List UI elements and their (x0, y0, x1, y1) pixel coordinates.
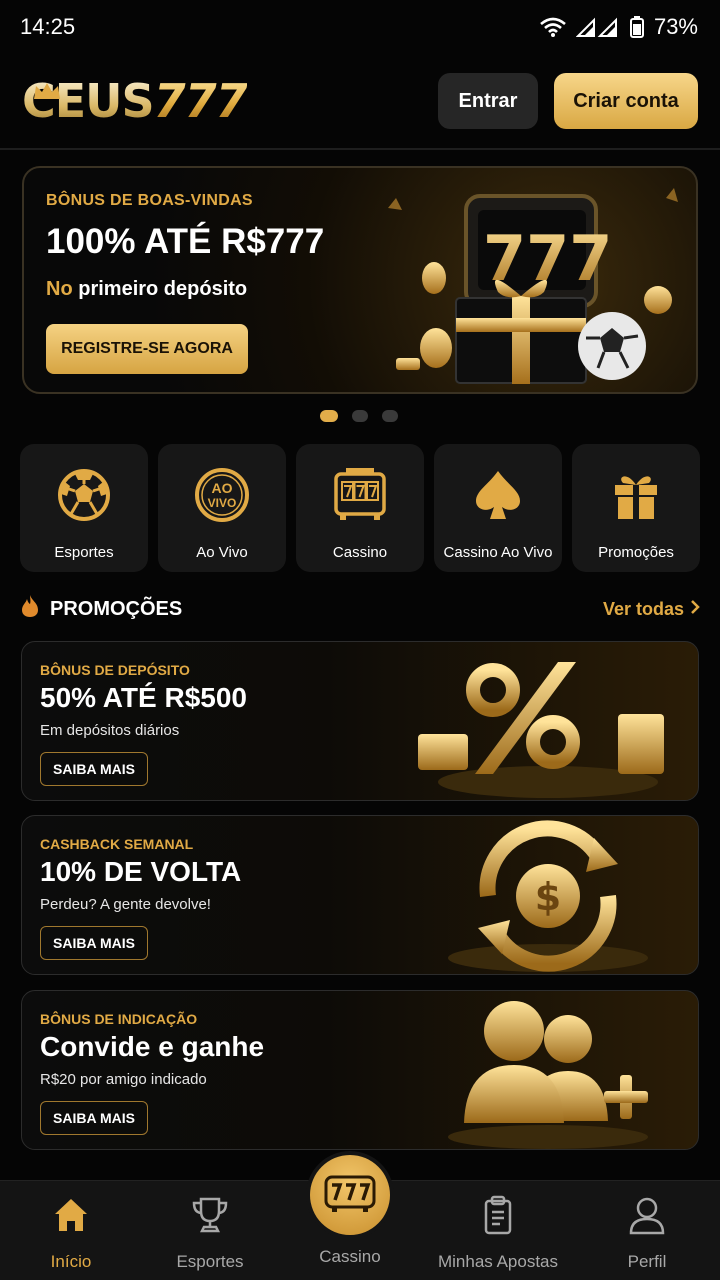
category-live[interactable]: AO VIVO Ao Vivo (158, 444, 286, 572)
wifi-icon (540, 17, 566, 37)
learn-more-button[interactable]: SAIBA MAIS (40, 1101, 148, 1135)
category-label: Cassino (332, 544, 388, 561)
status-time: 14:25 (20, 14, 76, 39)
promo-card-deposit-bonus[interactable]: BÔNUS DE DEPÓSITO 50% ATÉ R$500 Em depós… (21, 641, 699, 801)
promo-eyebrow: BÔNUS DE DEPÓSITO (40, 662, 190, 678)
banner-subtitle: No primeiro depósito (46, 278, 247, 301)
carousel-dot[interactable] (320, 410, 338, 422)
see-all-label: Ver todas (602, 598, 684, 619)
fire-icon (20, 594, 40, 624)
nav-label: Perfil (627, 1252, 667, 1271)
spade-icon (474, 466, 522, 524)
nav-label: Início (50, 1252, 92, 1271)
clipboard-icon (478, 1195, 518, 1240)
banner-title: 100% ATÉ R$777 (46, 222, 325, 261)
promo-description: R$20 por amigo indicado (40, 1071, 207, 1088)
login-button[interactable]: Entrar (438, 73, 538, 129)
promo-description: Perdeu? A gente devolve! (40, 896, 211, 913)
promo-eyebrow: CASHBACK SEMANAL (40, 836, 194, 852)
category-casino[interactable]: Cassino (296, 444, 424, 572)
promo-card-cashback[interactable]: CASHBACK SEMANAL 10% DE VOLTA Perdeu? A … (21, 815, 699, 975)
cashback-coin-icon: $ (448, 820, 648, 972)
category-label: Cassino Ao Vivo (443, 544, 553, 561)
status-bar: 14:25 73% (0, 0, 720, 54)
brand-logo[interactable]: CEUS777 (22, 78, 248, 124)
category-label: Promoções (598, 544, 674, 561)
promo-card-referral[interactable]: BÔNUS DE INDICAÇÃO Convide e ganhe R$20 … (21, 990, 699, 1150)
slot-777-icon (324, 1173, 376, 1218)
carousel-indicators (320, 410, 398, 422)
welcome-bonus-banner[interactable]: BÔNUS DE BOAS-VINDAS 100% ATÉ R$777 No p… (22, 166, 698, 394)
carousel-dot[interactable] (382, 410, 398, 422)
category-promotions[interactable]: Promoções (572, 444, 700, 572)
carousel-dot[interactable] (352, 410, 368, 422)
promo-title: 10% DE VOLTA (40, 856, 242, 887)
promo-description: Em depósitos diários (40, 722, 180, 739)
category-grid: Esportes AO VIVO Ao Vivo Cassino Cassino … (20, 444, 700, 572)
home-icon (51, 1195, 91, 1240)
ao-vivo-icon: AO VIVO (194, 466, 250, 524)
soccer-ball-icon (57, 466, 111, 524)
crown-icon (32, 62, 62, 108)
slot-machine-icon (332, 466, 388, 524)
percent-coins-icon (418, 662, 664, 798)
add-friend-icon (448, 1001, 648, 1149)
chevron-right-icon (690, 599, 700, 620)
section-title: PROMOÇÕES (50, 597, 183, 620)
user-icon (627, 1195, 667, 1240)
logo-text-777: 777 (153, 74, 248, 128)
signal-icon (575, 17, 620, 37)
promo-eyebrow: BÔNUS DE INDICAÇÃO (40, 1011, 198, 1027)
learn-more-button[interactable]: SAIBA MAIS (40, 926, 148, 960)
see-all-link[interactable]: Ver todas (603, 599, 700, 620)
signup-button[interactable]: Criar conta (554, 73, 698, 129)
battery-icon (629, 16, 644, 38)
svg-text:$: $ (535, 875, 561, 919)
register-now-button[interactable]: REGISTRE-SE AGORA (46, 324, 248, 374)
ao-vivo-icon-text-ao: AO (212, 480, 233, 496)
nav-home[interactable]: Início (1, 1195, 141, 1272)
promotions-section-header: PROMOÇÕES Ver todas (20, 592, 700, 626)
nav-profile[interactable]: Perfil (577, 1195, 717, 1272)
nav-label: Esportes (176, 1252, 244, 1271)
nav-my-bets[interactable]: Minhas Apostas (428, 1195, 568, 1272)
category-label: Esportes (54, 544, 114, 561)
banner-subtitle-rest: primeiro depósito (72, 278, 248, 300)
app-header: CEUS777 Entrar Criar conta (0, 54, 720, 150)
banner-subtitle-highlight: No (46, 278, 73, 300)
trophy-icon (190, 1195, 230, 1240)
ao-vivo-icon-text-vivo: VIVO (208, 496, 237, 510)
category-label: Ao Vivo (196, 544, 248, 561)
nav-label: Minhas Apostas (437, 1252, 558, 1271)
battery-level: 73% (653, 14, 698, 39)
nav-sports[interactable]: Esportes (140, 1195, 280, 1272)
gift-icon (611, 466, 661, 524)
promo-title: Convide e ganhe (40, 1031, 265, 1062)
slot-gift-ball-illustration: 777 (388, 188, 678, 384)
bottom-navigation: Início Esportes Cassino Minhas Apostas P… (0, 1155, 720, 1280)
nav-label: Cassino (319, 1247, 381, 1266)
learn-more-button[interactable]: SAIBA MAIS (40, 752, 148, 786)
promo-title: 50% ATÉ R$500 (40, 682, 247, 713)
category-sports[interactable]: Esportes (20, 444, 148, 572)
casino-fab-button[interactable] (310, 1155, 390, 1235)
category-live-casino[interactable]: Cassino Ao Vivo (434, 444, 562, 572)
banner-eyebrow: BÔNUS DE BOAS-VINDAS (46, 192, 253, 209)
